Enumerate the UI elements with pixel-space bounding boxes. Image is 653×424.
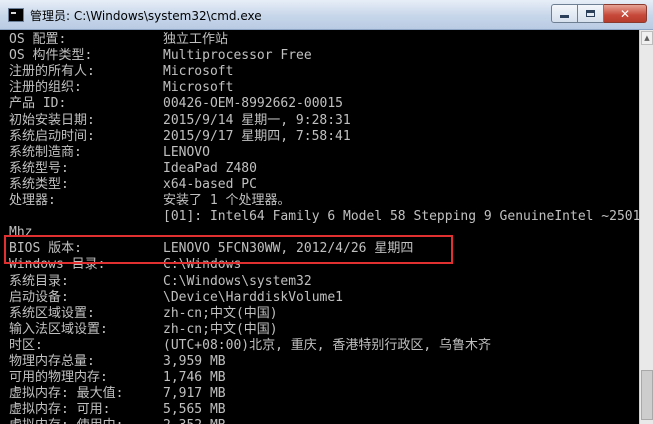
close-icon: ✕ [619,6,631,21]
console-line: 输入法区域设置: zh-cn;中文(中国) [9,321,278,338]
console-line-value: 2015/9/14 星期一, 9:28:31 [163,112,351,128]
console-line-label: Windows 目录: [9,257,106,273]
scroll-thumb[interactable] [641,370,653,420]
maximize-icon [586,10,595,17]
console-line-value: 2015/9/17 星期四, 7:58:41 [163,128,351,144]
console-line: 系统制造商: LENOVO [9,144,210,161]
console-line: 系统类型: x64-based PC [9,176,257,193]
console-line: 虚拟内存: 使用中: 2,352 MB [9,418,226,424]
vertical-scrollbar[interactable]: ▲ [639,30,653,424]
console-line: Mhz [9,225,32,241]
console-line-value: C:\Windows [163,257,242,273]
console-line-label: 虚拟内存: 可用: [9,402,111,418]
console-line: 虚拟内存: 可用: 5,565 MB [9,402,226,418]
close-button[interactable]: ✕ [604,4,647,23]
console-line-value: zh-cn;中文(中国) [163,305,278,321]
console-line-label: OS 配置: [9,32,67,47]
console-line-value: 安装了 1 个处理器。 [163,193,291,208]
console-line-value: Multiprocessor Free [163,48,312,64]
console-line: 可用的物理内存: 1,746 MB [9,370,226,386]
console-line: 系统目录: C:\Windows\system32 [9,273,312,290]
console-line: OS 构件类型: Multiprocessor Free [9,48,312,64]
console-line: 系统区域设置: zh-cn;中文(中国) [9,305,278,322]
console-line-value: 1,746 MB [163,370,226,386]
console-line-label: 时区: [9,337,43,353]
console-line: 初始安装日期: 2015/9/14 星期一, 9:28:31 [9,112,351,129]
title-bar[interactable]: 管理员: C:\Windows\system32\cmd.exe ✕ [0,0,653,30]
console-line: 时区: (UTC+08:00)北京, 重庆, 香港特别行政区, 乌鲁木齐 [9,337,491,354]
console-line-label: 注册的组织: [9,80,82,96]
console-line-value: LENOVO 5FCN30WW, 2012/4/26 星期四 [163,241,414,257]
console-line-value: \Device\HarddiskVolume1 [163,289,344,305]
minimize-icon [560,15,569,18]
console-line-value: 00426-OEM-8992662-00015 [163,96,344,112]
console-line-value: 独立工作站 [163,32,229,47]
console-line-label: 虚拟内存: 最大值: [9,386,124,402]
console-line-label: 系统区域设置: [9,305,95,321]
console-line-value: 2,352 MB [163,418,226,424]
console-line: Windows 目录: C:\Windows [9,257,241,273]
maximize-button[interactable] [578,4,604,23]
console-line: 物理内存总量: 3,959 MB [9,354,226,370]
console-line-value: C:\Windows\system32 [163,273,312,289]
console-line-label: 系统类型: [9,176,69,192]
scroll-up-button[interactable]: ▲ [641,31,653,45]
cmd-window: 管理员: C:\Windows\system32\cmd.exe ✕ OS 配置… [0,0,653,424]
console-line-value: IdeaPad Z480 [163,160,257,176]
console-line: 系统型号: IdeaPad Z480 [9,160,257,177]
minimize-button[interactable] [551,4,578,23]
console-line-label: 系统目录: [9,273,69,289]
console-line: 虚拟内存: 最大值: 7,917 MB [9,386,226,402]
console-line-label: 输入法区域设置: [9,321,108,337]
console-line-value: (UTC+08:00)北京, 重庆, 香港特别行政区, 乌鲁木齐 [163,337,492,353]
console-line-label: 虚拟内存: 使用中: [9,418,123,424]
console-line: 处理器: 安装了 1 个处理器。 [9,193,290,209]
console-line-value: x64-based PC [163,176,257,192]
console-line-value: 3,959 MB [163,354,226,369]
console-line: 注册的组织: Microsoft [9,80,233,96]
console-line-label: 系统制造商: [9,144,82,160]
console-line-value: 5,565 MB [163,402,226,418]
window-controls: ✕ [551,4,647,23]
scroll-up-icon: ▲ [644,34,650,42]
console-line: 启动设备: \Device\HarddiskVolume1 [9,289,343,306]
window-title: 管理员: C:\Windows\system32\cmd.exe [30,9,262,23]
console-line-label: 物理内存总量: [9,354,95,369]
console-line-label: 初始安装日期: [9,112,95,128]
console-line-label: 系统启动时间: [9,128,95,144]
console-line-label: 系统型号: [9,160,69,176]
console-line-value: [01]: Intel64 Family 6 Model 58 Stepping… [163,209,639,225]
console-line-value: LENOVO [163,144,210,160]
console-line-label: 处理器: [9,193,56,208]
console-line: OS 配置: 独立工作站 [9,32,228,48]
cmd-icon[interactable] [8,8,24,22]
console-line-label: 注册的所有人: [9,64,95,80]
console-line: 注册的所有人: Microsoft [9,64,233,80]
console-line-label: 产品 ID: [9,96,67,112]
console-line-label: OS 构件类型: [9,48,93,64]
console-line: 产品 ID: 00426-OEM-8992662-00015 [9,96,343,112]
console-line-value: zh-cn;中文(中国) [163,321,278,337]
console-line-label: BIOS 版本: [9,241,82,257]
console-output[interactable]: OS 配置: 独立工作站 OS 构件类型: Multiprocessor Free 注册… [0,30,639,424]
console-line: BIOS 版本: LENOVO 5FCN30WW, 2012/4/26 星期四 [9,241,413,257]
console-line-label: Mhz [9,225,33,241]
console-line: 系统启动时间: 2015/9/17 星期四, 7:58:41 [9,128,351,145]
console-line-value: 7,917 MB [163,386,226,402]
console-line-value: Microsoft [163,80,234,96]
console-line-value: Microsoft [163,64,234,80]
console-line-label: 启动设备: [9,289,69,305]
console-line-label: 可用的物理内存: [9,370,108,386]
